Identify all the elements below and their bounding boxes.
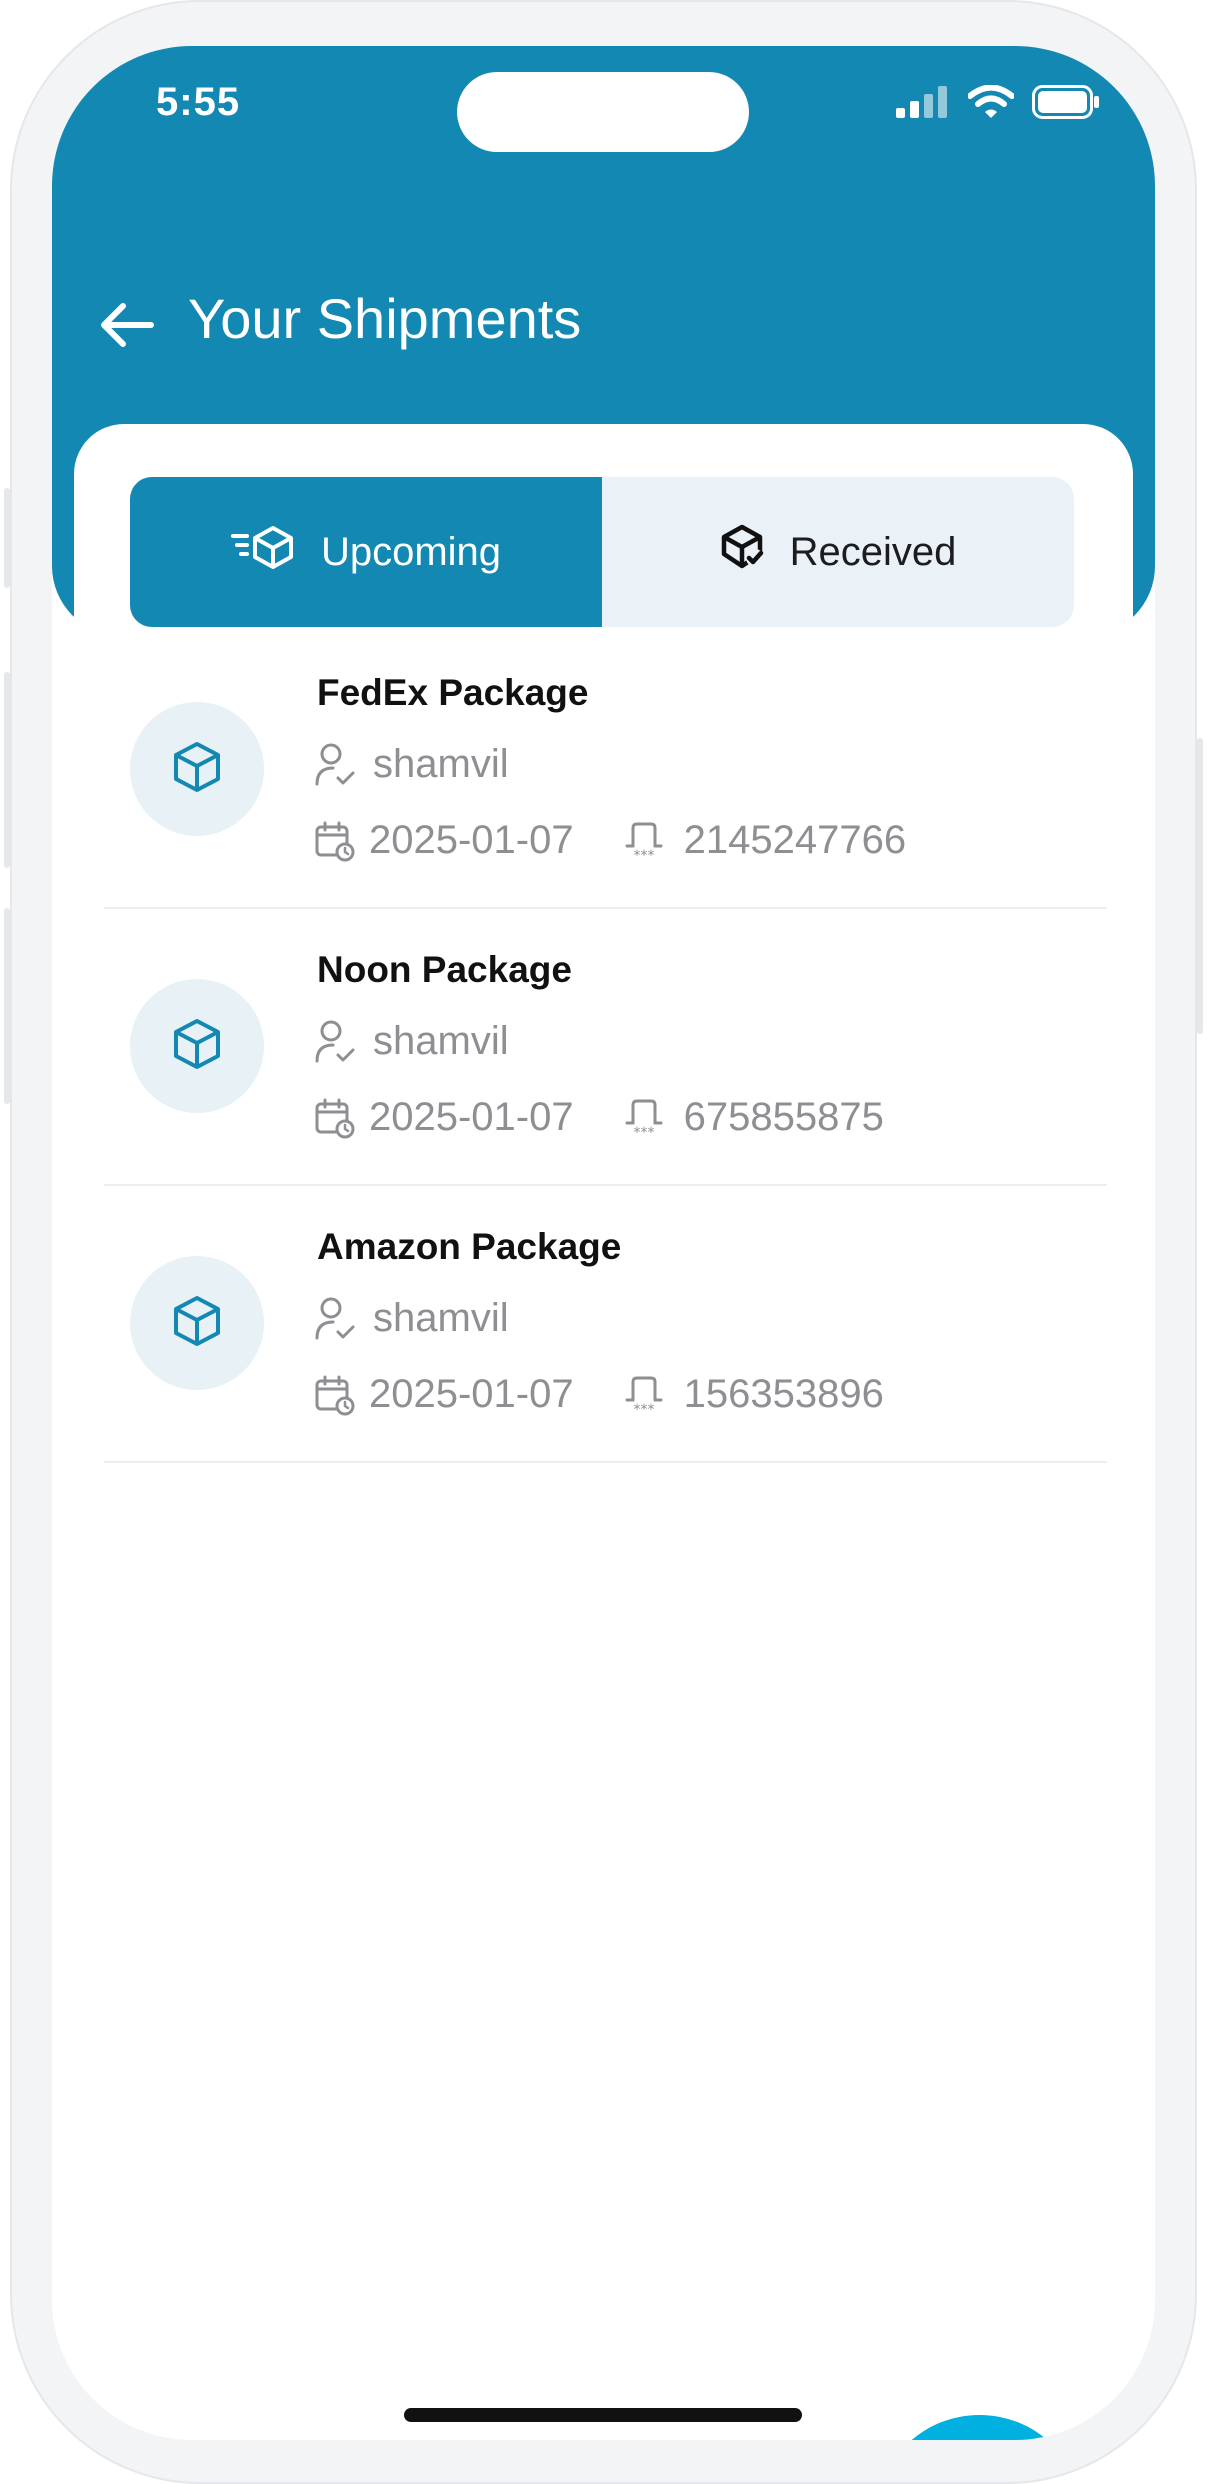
user-check-icon (313, 1020, 357, 1064)
svg-text:***: *** (633, 848, 654, 862)
shipment-date: 2025-01-07 (369, 818, 574, 862)
shipment-tracking: 2145247766 (683, 818, 907, 862)
cube-icon (169, 1293, 225, 1354)
phone-side-button (4, 488, 10, 588)
cellular-signal-icon (896, 85, 950, 123)
shipment-user-row: shamvil (313, 1296, 509, 1341)
tab-upcoming-label: Upcoming (320, 529, 502, 574)
shipment-info-row: 2025-01-07 *** 156353896 (313, 1372, 884, 1417)
package-avatar (130, 979, 264, 1113)
cube-icon (169, 739, 225, 800)
calendar-clock-icon (313, 1096, 357, 1140)
shipment-user: shamvil (373, 1296, 509, 1340)
shipment-tracking: 675855875 (683, 1095, 884, 1139)
calendar-clock-icon (313, 819, 357, 863)
user-check-icon (313, 743, 357, 787)
dynamic-island (457, 72, 749, 152)
fast-package-icon (230, 524, 297, 580)
svg-text:***: *** (633, 1125, 654, 1139)
list-item[interactable]: Noon Package shamvil 2025-01-07 *** 6758… (104, 909, 1107, 1186)
page-title: Your Shipments (188, 287, 582, 350)
tracking-code-icon: *** (622, 1373, 666, 1417)
shipment-info-row: 2025-01-07 *** 2145247766 (313, 818, 906, 863)
shipment-tabs: Upcoming Received (130, 477, 1074, 627)
home-indicator[interactable] (404, 2408, 802, 2422)
battery-icon (1032, 84, 1100, 124)
package-avatar (130, 702, 264, 836)
list-item[interactable]: FedEx Package shamvil 2025-01-07 *** 214… (104, 632, 1107, 909)
phone-side-button (4, 908, 10, 1104)
svg-text:***: *** (633, 1402, 654, 1416)
shipment-user: shamvil (373, 1019, 509, 1063)
shipment-title: Noon Package (317, 949, 572, 990)
package-avatar (130, 1256, 264, 1390)
calendar-clock-icon (313, 1373, 357, 1417)
status-time: 5:55 (156, 80, 241, 124)
tracking-code-icon: *** (622, 819, 666, 863)
phone-side-button (1197, 738, 1203, 1034)
tab-upcoming[interactable]: Upcoming (130, 477, 602, 627)
shipment-user-row: shamvil (313, 742, 509, 787)
shipments-card: Upcoming Received FedEx Package shamvil … (74, 424, 1133, 2440)
arrow-left-icon (99, 301, 155, 354)
shipment-tracking: 156353896 (683, 1372, 884, 1416)
list-item[interactable]: Amazon Package shamvil 2025-01-07 *** 15… (104, 1186, 1107, 1463)
shipment-title: FedEx Package (317, 672, 589, 713)
package-check-icon (720, 524, 766, 580)
shipment-title: Amazon Package (317, 1226, 622, 1267)
shipment-info-row: 2025-01-07 *** 675855875 (313, 1095, 884, 1140)
app-screen: 5:55 Your Shipments Upcoming Received Fe… (52, 46, 1155, 2440)
shipment-date: 2025-01-07 (369, 1372, 574, 1416)
shipment-date: 2025-01-07 (369, 1095, 574, 1139)
tracking-code-icon: *** (622, 1096, 666, 1140)
user-check-icon (313, 1297, 357, 1341)
shipment-user-row: shamvil (313, 1019, 509, 1064)
shipment-list: FedEx Package shamvil 2025-01-07 *** 214… (104, 632, 1107, 1463)
back-button[interactable] (92, 292, 162, 362)
phone-side-button (4, 672, 10, 868)
shipment-user: shamvil (373, 742, 509, 786)
tab-received-label: Received (789, 529, 957, 574)
cube-icon (169, 1016, 225, 1077)
wifi-icon (967, 84, 1015, 124)
status-icons (896, 84, 1100, 124)
tab-received[interactable]: Received (602, 477, 1074, 627)
